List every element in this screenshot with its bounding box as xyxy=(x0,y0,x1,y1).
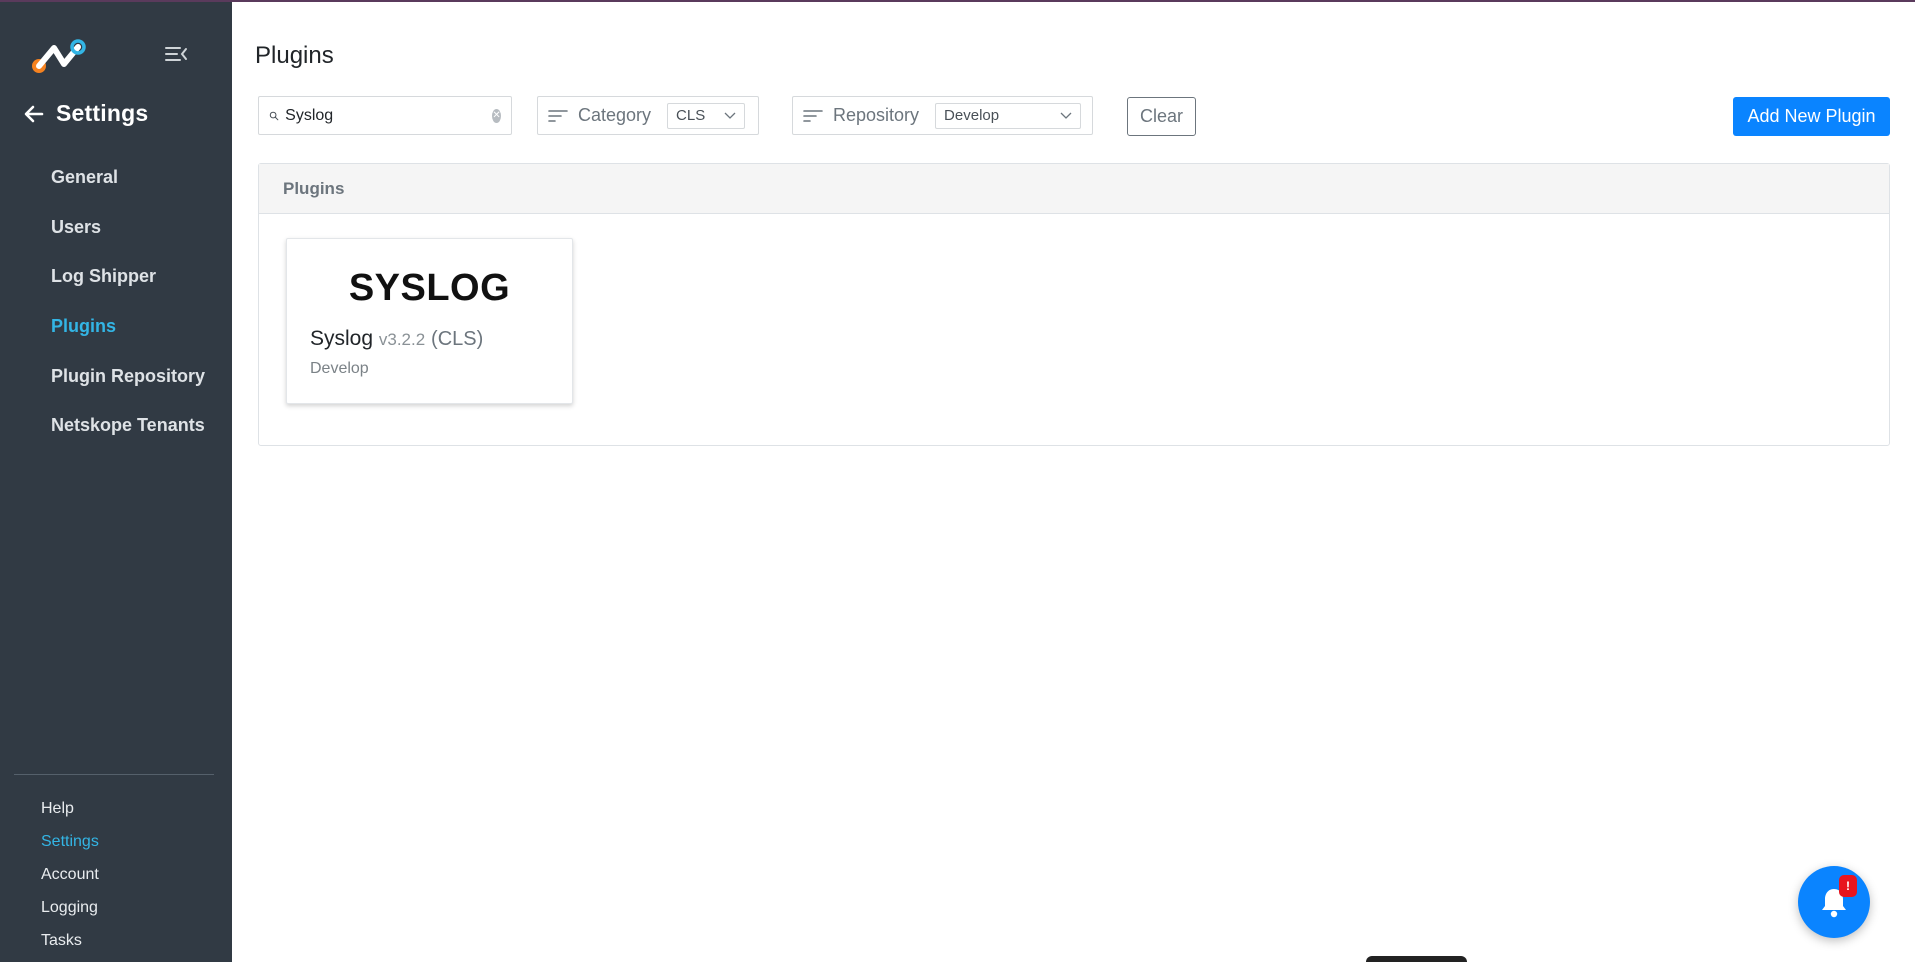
repository-value: Develop xyxy=(944,107,1000,124)
sidebar-divider xyxy=(14,774,214,775)
netskope-logo[interactable] xyxy=(30,38,86,74)
notification-badge: ! xyxy=(1839,875,1857,897)
back-to-settings[interactable]: Settings xyxy=(22,100,148,127)
plugin-title: Syslog v3.2.2 (CLS) xyxy=(310,327,483,351)
clear-search-icon[interactable]: ✕ xyxy=(492,108,501,123)
plugin-version: v3.2.2 xyxy=(378,330,426,349)
sort-icon xyxy=(548,109,568,122)
repository-label: Repository xyxy=(833,105,920,125)
add-new-plugin-button[interactable]: Add New Plugin xyxy=(1733,97,1890,136)
clear-button[interactable]: Clear xyxy=(1127,97,1196,136)
repository-filter: Repository Develop xyxy=(792,96,1093,135)
page-title: Plugins xyxy=(255,42,334,69)
sidebar-item-general[interactable]: General xyxy=(51,153,205,203)
plugin-repository: Develop xyxy=(310,360,369,377)
plugins-panel: Plugins SYSLOG Syslog v3.2.2 (CLS) Devel… xyxy=(258,163,1890,446)
collapse-menu-icon[interactable] xyxy=(164,44,188,64)
chevron-down-icon xyxy=(1060,112,1072,119)
plugin-category: (CLS) xyxy=(431,328,484,350)
sidebar-item-plugin-repository[interactable]: Plugin Repository xyxy=(51,351,205,401)
chevron-down-icon xyxy=(724,112,736,119)
sidebar-item-log-shipper[interactable]: Log Shipper xyxy=(51,252,205,302)
settings-nav: General Users Log Shipper Plugins Plugin… xyxy=(51,153,205,451)
bottom-nav-settings[interactable]: Settings xyxy=(41,825,99,858)
tooltip-fragment xyxy=(1366,956,1467,962)
search-input[interactable] xyxy=(285,106,493,125)
category-select[interactable]: CLS xyxy=(667,102,746,129)
plugin-card[interactable]: SYSLOG Syslog v3.2.2 (CLS) Develop xyxy=(286,238,573,404)
plugin-logo: SYSLOG xyxy=(348,267,511,309)
top-border xyxy=(0,0,1915,2)
sidebar: Settings General Users Log Shipper Plugi… xyxy=(0,0,232,962)
sidebar-item-netskope-tenants[interactable]: Netskope Tenants xyxy=(51,401,205,451)
arrow-left-icon xyxy=(24,105,44,122)
plugin-name: Syslog xyxy=(310,327,374,350)
sidebar-title: Settings xyxy=(56,100,149,126)
bottom-nav: Help Settings Account Logging Tasks xyxy=(41,792,99,957)
search-icon xyxy=(269,111,279,120)
category-label: Category xyxy=(578,105,652,125)
bottom-nav-help[interactable]: Help xyxy=(41,792,99,825)
repository-select[interactable]: Develop xyxy=(935,102,1082,129)
bottom-nav-logging[interactable]: Logging xyxy=(41,891,99,924)
bottom-nav-account[interactable]: Account xyxy=(41,858,99,891)
sort-icon xyxy=(803,109,823,122)
bottom-nav-tasks[interactable]: Tasks xyxy=(41,924,99,957)
sidebar-item-users[interactable]: Users xyxy=(51,203,205,253)
category-value: CLS xyxy=(676,107,706,124)
search-box: ✕ xyxy=(258,96,512,135)
sidebar-item-plugins[interactable]: Plugins xyxy=(51,302,205,352)
panel-header: Plugins xyxy=(259,164,1889,214)
notifications-button[interactable]: ! xyxy=(1798,866,1870,938)
category-filter: Category CLS xyxy=(537,96,759,135)
